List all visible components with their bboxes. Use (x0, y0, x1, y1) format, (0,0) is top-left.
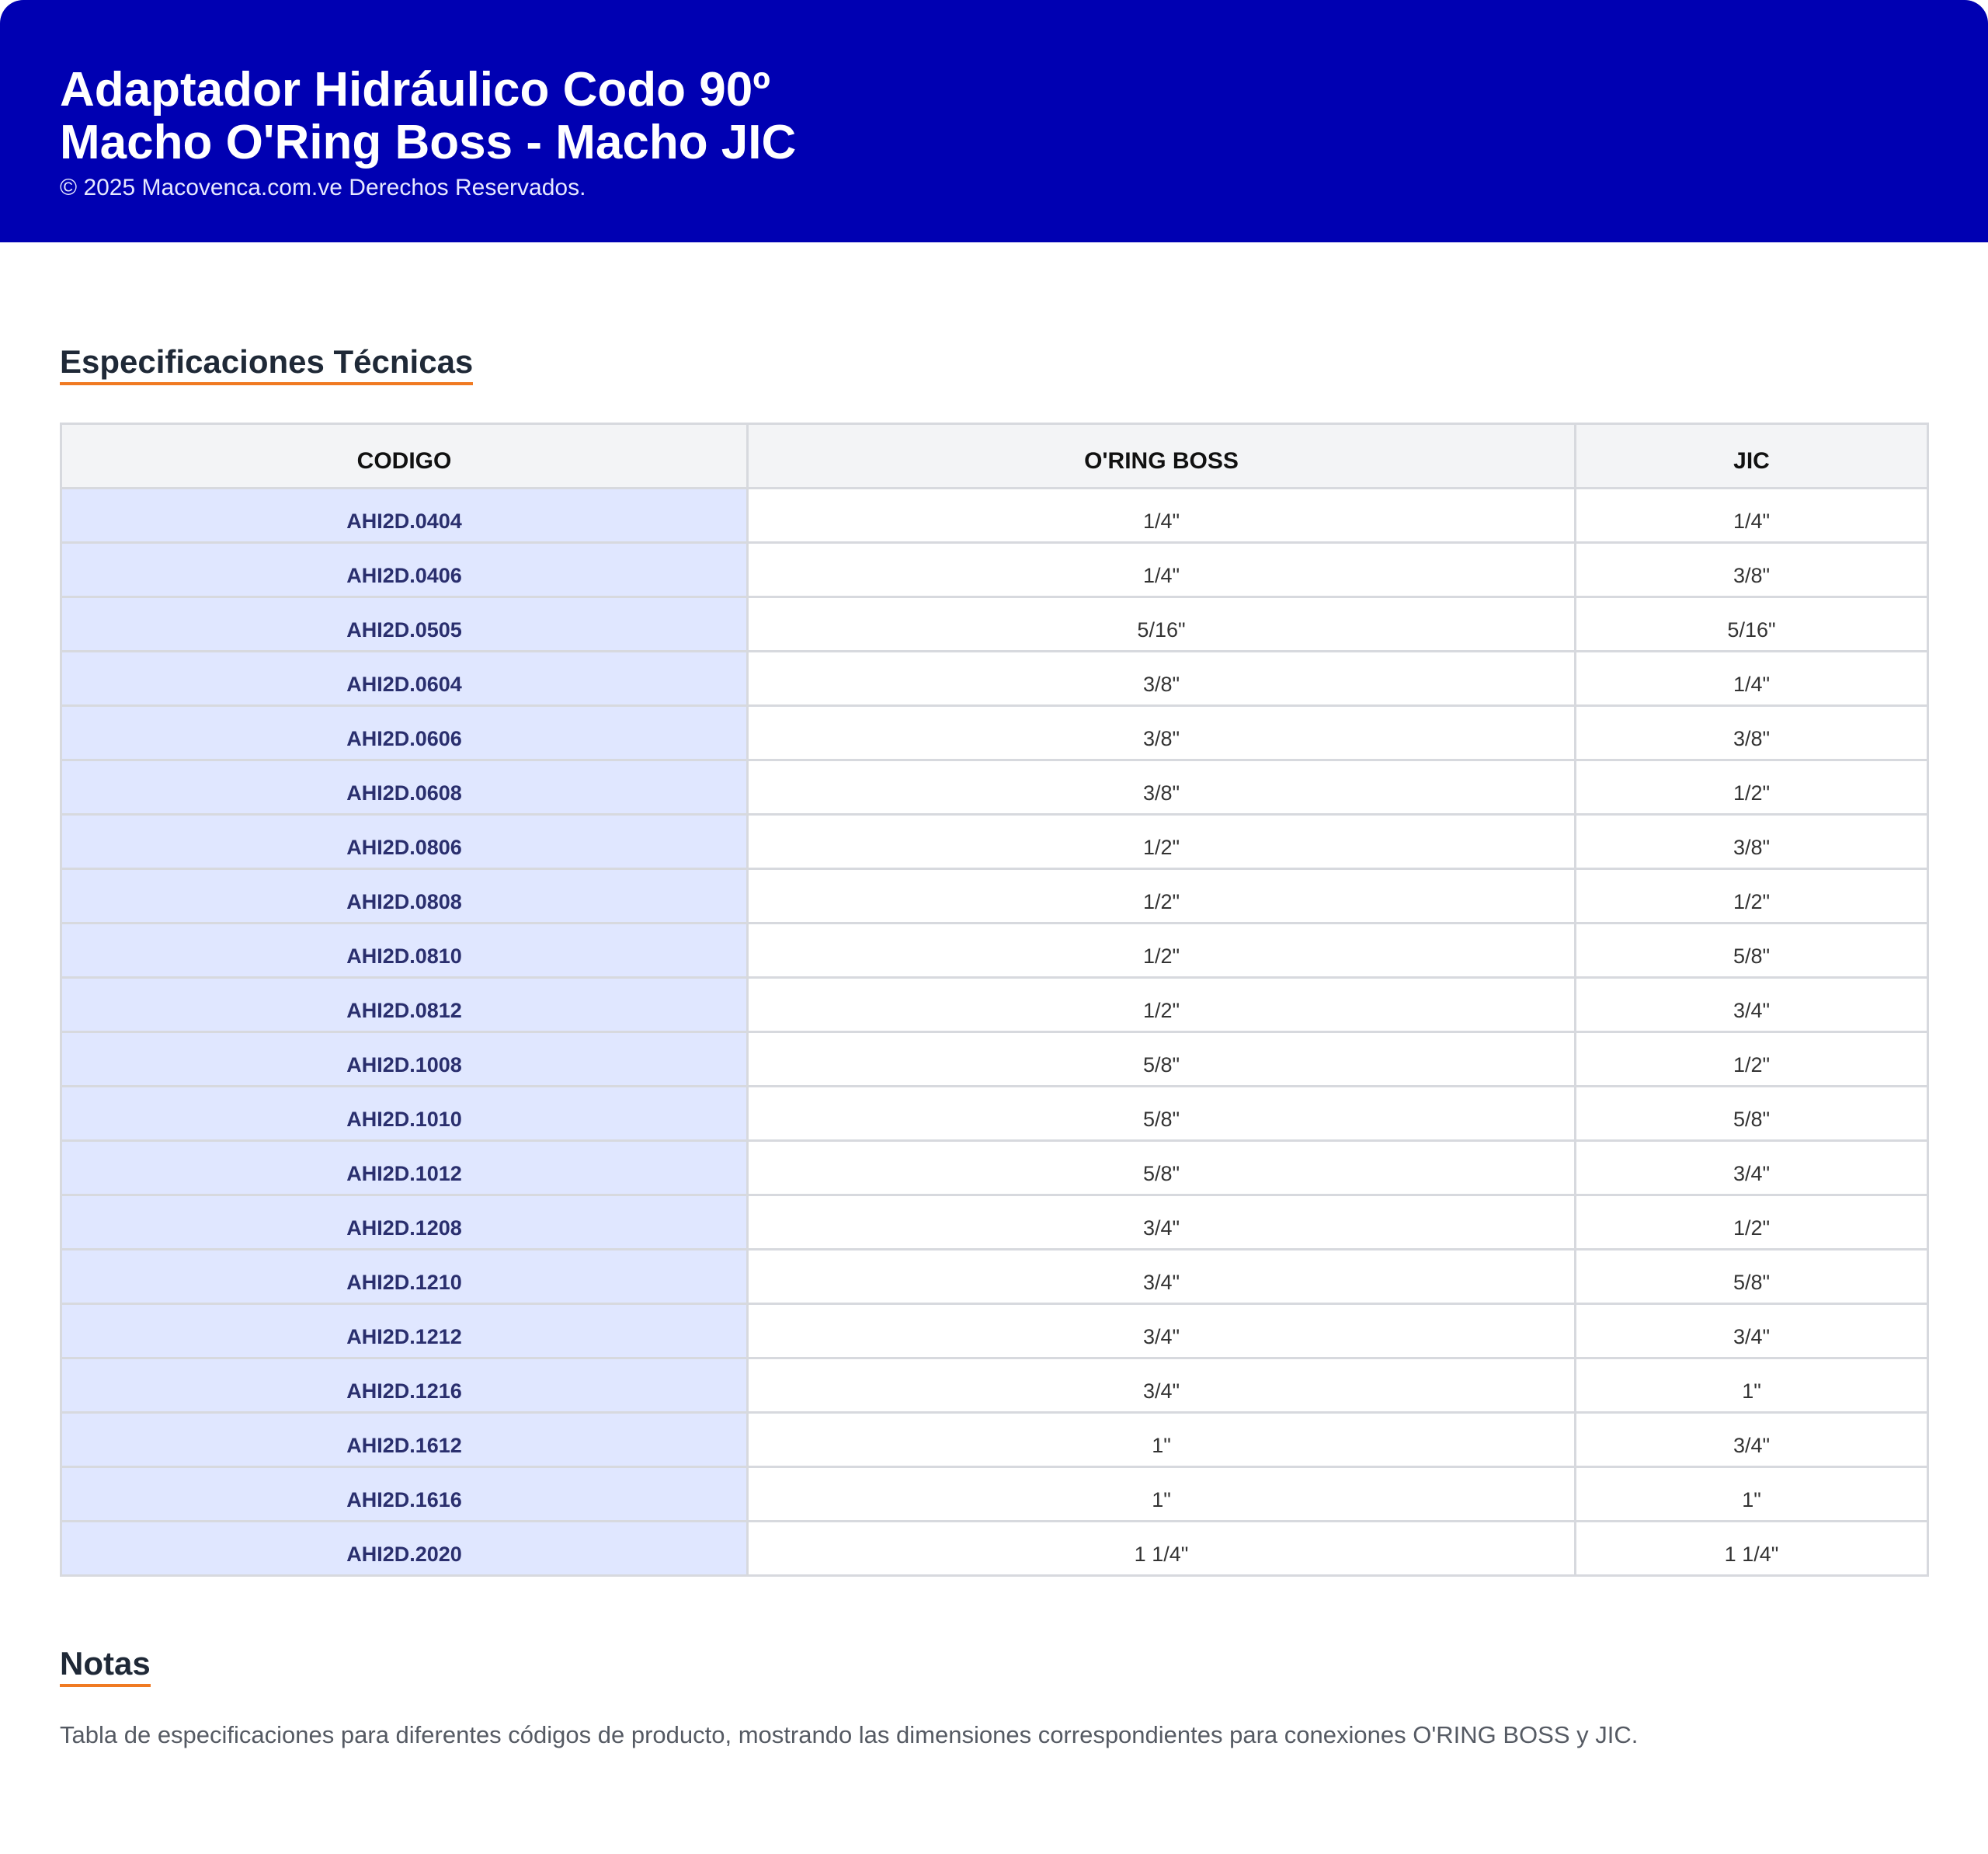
code-cell: AHI2D.0808 (60, 868, 749, 924)
oring-boss-cell: 3/4" (746, 1194, 1576, 1250)
code-cell: AHI2D.1208 (60, 1194, 749, 1250)
jic-cell: 1/2" (1574, 868, 1929, 924)
jic-cell: 1/2" (1574, 759, 1929, 816)
code-cell: AHI2D.0608 (60, 759, 749, 816)
jic-cell: 1" (1574, 1357, 1929, 1414)
table-row: AHI2D.0808 1/2" 1/2" (60, 868, 1929, 924)
table-row: AHI2D.1008 5/8" 1/2" (60, 1031, 1929, 1087)
code-cell: AHI2D.2020 (60, 1520, 749, 1577)
oring-boss-cell: 3/8" (746, 650, 1576, 707)
main-content: Especificaciones Técnicas CODIGO O'RING … (0, 342, 1988, 1751)
code-cell: AHI2D.1612 (60, 1411, 749, 1468)
oring-boss-cell: 3/4" (746, 1357, 1576, 1414)
code-cell: AHI2D.1210 (60, 1248, 749, 1305)
jic-cell: 1/2" (1574, 1194, 1929, 1250)
code-cell: AHI2D.0505 (60, 596, 749, 652)
jic-cell: 5/8" (1574, 1248, 1929, 1305)
jic-cell: 5/8" (1574, 922, 1929, 979)
code-cell: AHI2D.1212 (60, 1303, 749, 1359)
oring-boss-cell: 5/8" (746, 1031, 1576, 1087)
jic-cell: 1/2" (1574, 1031, 1929, 1087)
table-row: AHI2D.1616 1" 1" (60, 1466, 1929, 1522)
jic-cell: 3/4" (1574, 1411, 1929, 1468)
table-row: AHI2D.1212 3/4" 3/4" (60, 1303, 1929, 1359)
jic-cell: 1/4" (1574, 650, 1929, 707)
oring-boss-cell: 1/2" (746, 922, 1576, 979)
table-row: AHI2D.0505 5/16" 5/16" (60, 596, 1929, 652)
oring-boss-cell: 3/4" (746, 1303, 1576, 1359)
code-cell: AHI2D.1010 (60, 1085, 749, 1142)
copyright-notice: © 2025 Macovenca.com.ve Derechos Reserva… (60, 175, 586, 200)
table-row: AHI2D.0812 1/2" 3/4" (60, 976, 1929, 1033)
table-row: AHI2D.0608 3/8" 1/2" (60, 759, 1929, 816)
code-cell: AHI2D.1012 (60, 1139, 749, 1196)
table-header-row: CODIGO O'RING BOSS JIC (60, 423, 1929, 489)
table-row: AHI2D.0604 3/8" 1/4" (60, 650, 1929, 707)
specs-section-title: Especificaciones Técnicas (60, 342, 474, 385)
column-header-oring-boss: O'RING BOSS (746, 423, 1576, 489)
jic-cell: 3/4" (1574, 976, 1929, 1033)
column-header-codigo: CODIGO (60, 423, 749, 489)
table-row: AHI2D.0406 1/4" 3/8" (60, 541, 1929, 598)
specs-table: CODIGO O'RING BOSS JIC AHI2D.0404 1/4" 1/4… (60, 423, 1929, 1577)
table-row: AHI2D.0404 1/4" 1/4" (60, 487, 1929, 544)
code-cell: AHI2D.0606 (60, 704, 749, 761)
jic-cell: 1 1/4" (1574, 1520, 1929, 1577)
code-cell: AHI2D.0604 (60, 650, 749, 707)
table-row: AHI2D.0810 1/2" 5/8" (60, 922, 1929, 979)
code-cell: AHI2D.1216 (60, 1357, 749, 1414)
oring-boss-cell: 1/2" (746, 813, 1576, 870)
table-row: AHI2D.1216 3/4" 1" (60, 1357, 1929, 1414)
table-row: AHI2D.1210 3/4" 5/8" (60, 1248, 1929, 1305)
oring-boss-cell: 1" (746, 1411, 1576, 1468)
oring-boss-cell: 5/8" (746, 1139, 1576, 1196)
oring-boss-cell: 1/2" (746, 868, 1576, 924)
code-cell: AHI2D.0812 (60, 976, 749, 1033)
jic-cell: 5/8" (1574, 1085, 1929, 1142)
column-header-jic: JIC (1574, 423, 1929, 489)
table-row: AHI2D.1208 3/4" 1/2" (60, 1194, 1929, 1250)
page-title-line-1: Adaptador Hidráulico Codo 90º (60, 63, 770, 117)
oring-boss-cell: 3/8" (746, 759, 1576, 816)
table-row: AHI2D.1612 1" 3/4" (60, 1411, 1929, 1468)
jic-cell: 3/8" (1574, 541, 1929, 598)
jic-cell: 3/8" (1574, 813, 1929, 870)
oring-boss-cell: 5/8" (746, 1085, 1576, 1142)
oring-boss-cell: 1/2" (746, 976, 1576, 1033)
table-row: AHI2D.1012 5/8" 3/4" (60, 1139, 1929, 1196)
jic-cell: 1/4" (1574, 487, 1929, 544)
code-cell: AHI2D.1008 (60, 1031, 749, 1087)
page-header: Adaptador Hidráulico Codo 90º Macho O'Ri… (0, 0, 1988, 242)
notes-text: Tabla de especificaciones para diferente… (60, 1721, 1639, 1748)
code-cell: AHI2D.0406 (60, 541, 749, 598)
jic-cell: 3/4" (1574, 1303, 1929, 1359)
code-cell: AHI2D.0806 (60, 813, 749, 870)
code-cell: AHI2D.0810 (60, 922, 749, 979)
table-row: AHI2D.0806 1/2" 3/8" (60, 813, 1929, 870)
oring-boss-cell: 5/16" (746, 596, 1576, 652)
oring-boss-cell: 1/4" (746, 487, 1576, 544)
oring-boss-cell: 3/4" (746, 1248, 1576, 1305)
jic-cell: 1" (1574, 1466, 1929, 1522)
jic-cell: 3/8" (1574, 704, 1929, 761)
table-row: AHI2D.2020 1 1/4" 1 1/4" (60, 1520, 1929, 1577)
jic-cell: 3/4" (1574, 1139, 1929, 1196)
table-row: AHI2D.0606 3/8" 3/8" (60, 704, 1929, 761)
notes-section-title: Notas (60, 1644, 151, 1687)
oring-boss-cell: 1" (746, 1466, 1576, 1522)
jic-cell: 5/16" (1574, 596, 1929, 652)
page-title-line-2: Macho O'Ring Boss - Macho JIC (60, 116, 797, 169)
table-row: AHI2D.1010 5/8" 5/8" (60, 1085, 1929, 1142)
code-cell: AHI2D.0404 (60, 487, 749, 544)
oring-boss-cell: 1 1/4" (746, 1520, 1576, 1577)
code-cell: AHI2D.1616 (60, 1466, 749, 1522)
oring-boss-cell: 3/8" (746, 704, 1576, 761)
oring-boss-cell: 1/4" (746, 541, 1576, 598)
